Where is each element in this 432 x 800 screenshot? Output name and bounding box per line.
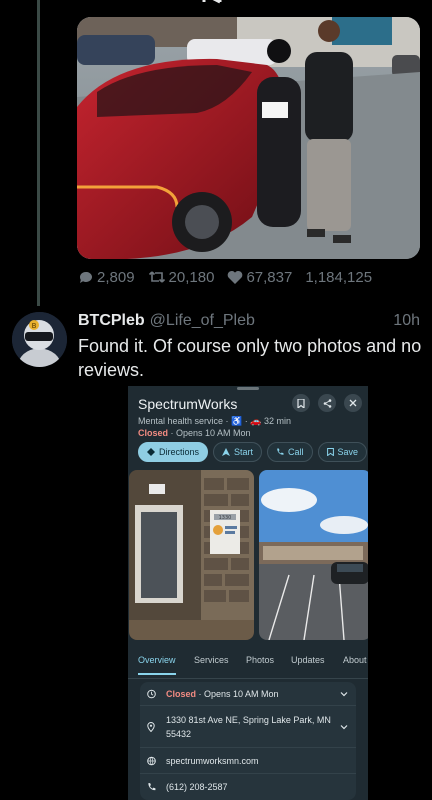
- business-category: Mental health service · ♿ · 🚗 32 min: [138, 416, 291, 426]
- tweet-stats-bar: 2,809 20,180 67,837 1,184,125: [78, 266, 385, 288]
- sheet-drag-handle: [237, 387, 259, 390]
- svg-text:B: B: [32, 322, 37, 330]
- reply-icon: [79, 271, 92, 283]
- business-name: SpectrumWorks: [138, 396, 238, 412]
- tab-services: Services: [194, 655, 229, 665]
- location-pin-icon: [147, 721, 155, 732]
- view-stat[interactable]: 1,184,125: [305, 269, 372, 286]
- header-icons: [284, 394, 362, 412]
- call-label: Call: [288, 447, 304, 457]
- thread-line: [37, 0, 40, 306]
- start-label: Start: [234, 447, 254, 457]
- hours-closed: Closed: [166, 688, 197, 699]
- tab-photos: Photos: [246, 655, 275, 665]
- display-name[interactable]: BTCPleb: [78, 312, 145, 330]
- heart-icon: [228, 270, 243, 284]
- retweet-icon: [148, 271, 165, 283]
- chevron-down-icon: [340, 691, 348, 696]
- phone-icon: [277, 448, 284, 455]
- business-hours: Closed · Opens 10 AM Mon: [138, 428, 251, 438]
- reply-count: 2,809: [97, 268, 135, 286]
- close-icon: [344, 394, 362, 412]
- start-button: Start: [213, 442, 263, 462]
- photo-gallery: 1330: [129, 470, 368, 640]
- place-info-card: Closed · Opens 10 AM Mon 1330 81st Ave N…: [140, 682, 356, 800]
- timestamp[interactable]: 10h: [393, 312, 420, 330]
- hours-open-time: · Opens 10 AM Mon: [196, 688, 279, 699]
- bookmark-icon: [292, 394, 310, 412]
- directions-button: Directions: [138, 442, 209, 462]
- storefront-photo: 1330: [129, 470, 254, 640]
- chevron-down-icon: [340, 724, 348, 729]
- phone-row: (612) 208-2587: [140, 774, 356, 800]
- tab-updates: Updates: [291, 655, 325, 665]
- view-count: 1,184,125: [305, 268, 373, 286]
- globe-icon: [147, 756, 156, 765]
- phone-text: (612) 208-2587: [166, 782, 228, 792]
- tweet-photo-image: [77, 17, 420, 259]
- website-text: spectrumworksmn.com: [166, 755, 259, 766]
- maps-screenshot[interactable]: SpectrumWorks Mental health service · ♿ …: [128, 386, 368, 800]
- navigation-icon: [222, 448, 231, 456]
- tweet-photo[interactable]: [77, 17, 420, 259]
- bookmark-icon: [326, 448, 334, 456]
- user-handle[interactable]: @Life_of_Pleb: [150, 312, 255, 330]
- retweet-count: 20,180: [168, 268, 215, 286]
- hours-row: Closed · Opens 10 AM Mon: [140, 682, 356, 706]
- clock-icon: [147, 689, 156, 698]
- address-text: 1330 81st Ave NE, Spring Lake Park, MN 5…: [166, 714, 331, 739]
- action-chips: Directions Start Call Save: [138, 442, 368, 462]
- closed-status: Closed: [138, 428, 169, 438]
- address-row: 1330 81st Ave NE, Spring Lake Park, MN 5…: [140, 706, 356, 748]
- phone-icon: [148, 783, 156, 791]
- tab-overview: Overview: [138, 653, 176, 675]
- reply-header: BTCPleb @Life_of_Pleb 10h: [78, 310, 420, 332]
- reply-body: Found it. Of course only two photos and …: [78, 336, 422, 380]
- like-count: 67,837: [246, 268, 293, 286]
- clipped-text-fragment: [202, 0, 222, 4]
- share-icon: [318, 394, 336, 412]
- avatar-image: B: [12, 312, 67, 367]
- directions-icon: [147, 448, 155, 456]
- website-row: spectrumworksmn.com: [140, 748, 356, 774]
- save-button: Save: [317, 442, 368, 462]
- avatar[interactable]: B: [12, 312, 67, 367]
- opens-time: · Opens 10 AM Mon: [168, 428, 251, 438]
- retweet-stat[interactable]: 20,180: [148, 268, 215, 286]
- reply-stat[interactable]: 2,809: [78, 269, 135, 286]
- directions-label: Directions: [159, 447, 200, 457]
- parking-lot-photo: [259, 470, 368, 640]
- save-label: Save: [337, 447, 359, 457]
- place-tabs: Overview Services Photos Updates About: [128, 651, 368, 679]
- call-button: Call: [267, 442, 313, 462]
- tab-about: About: [343, 655, 367, 665]
- storefront-number: 1330: [219, 515, 232, 521]
- like-stat[interactable]: 67,837: [227, 269, 292, 286]
